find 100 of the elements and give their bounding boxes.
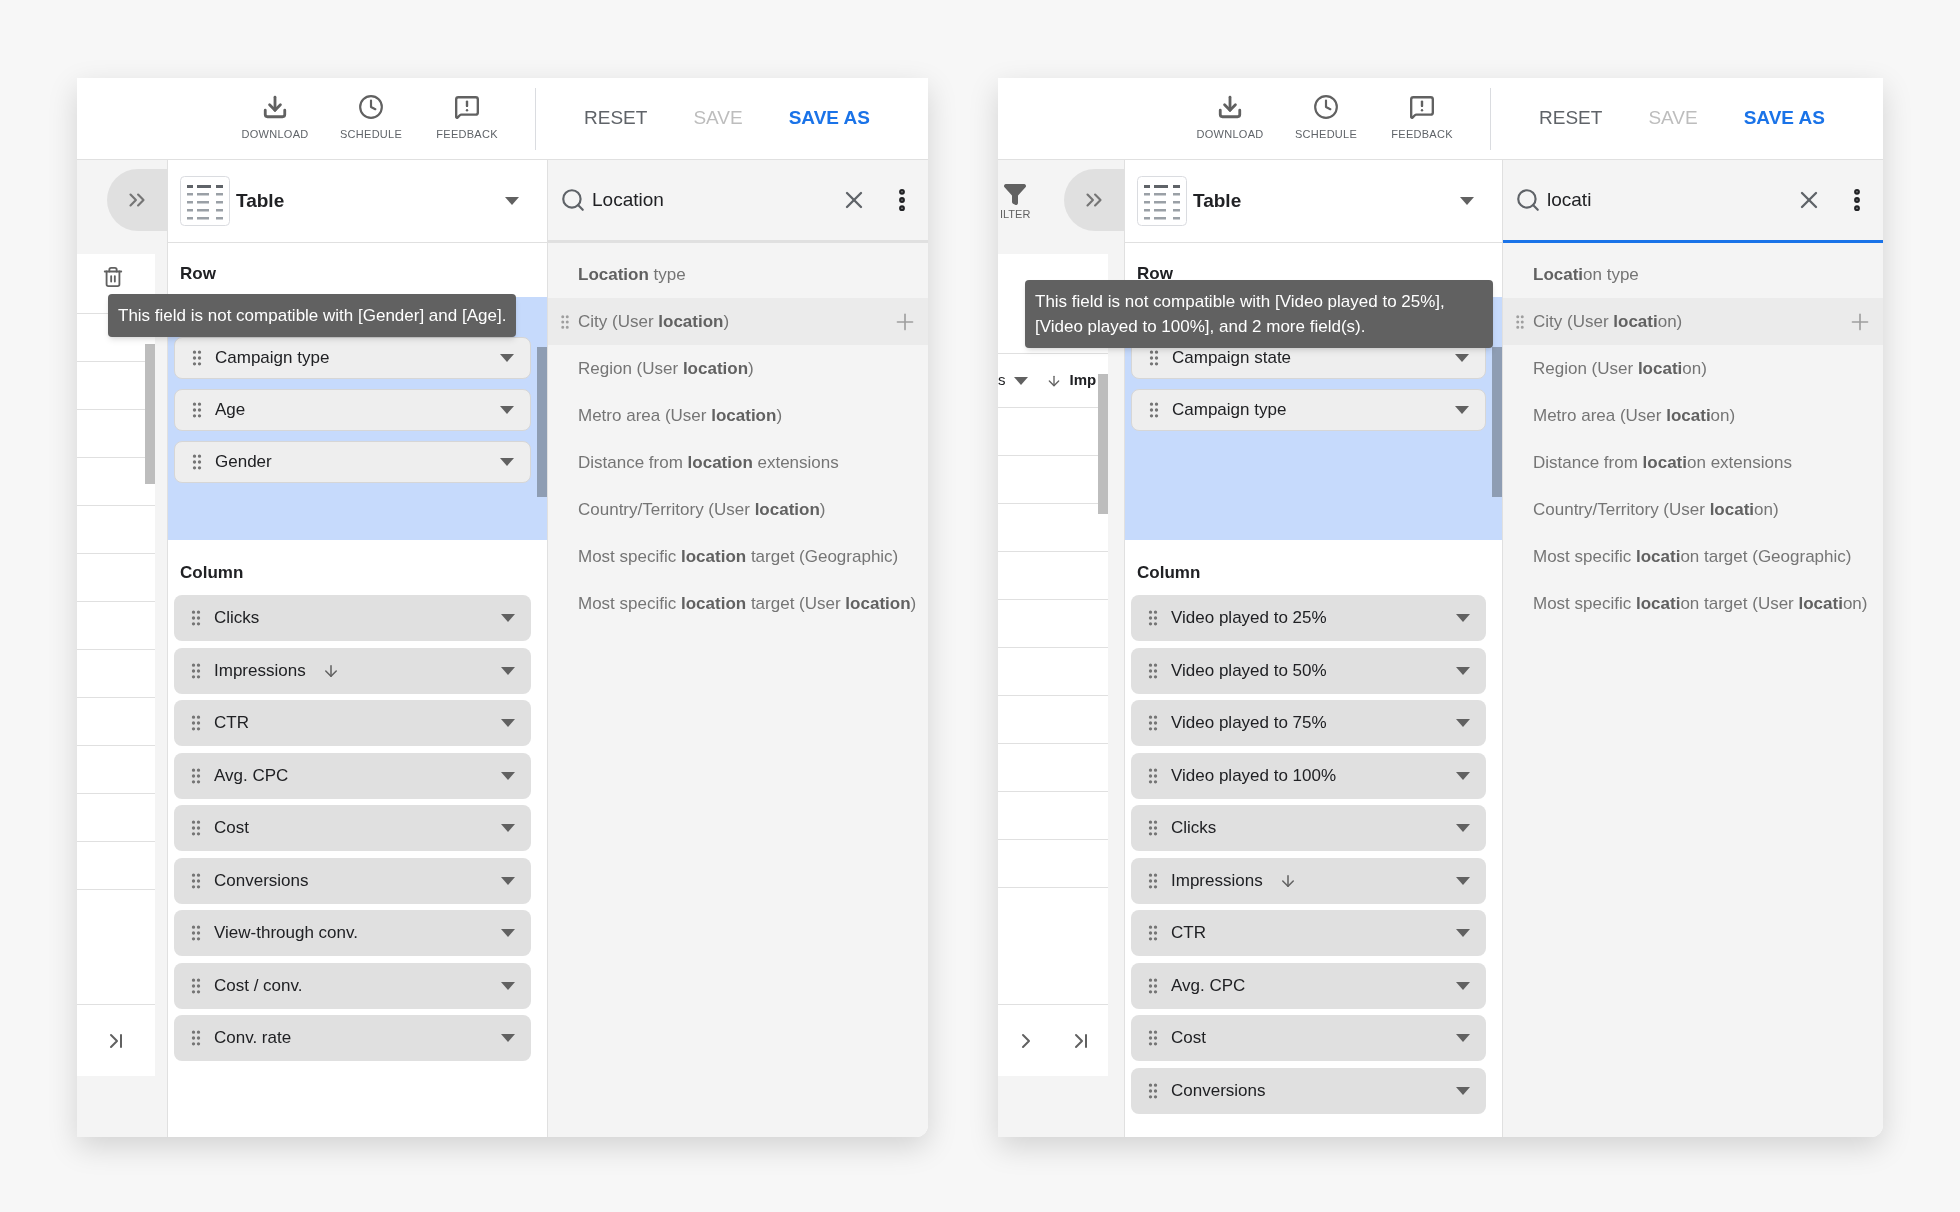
- field-label: Cost: [1171, 1027, 1206, 1050]
- field-chip[interactable]: Cost: [174, 805, 531, 851]
- field-chip[interactable]: Clicks: [174, 595, 531, 641]
- caret-icon: [1455, 405, 1469, 414]
- section-label: Column: [1137, 562, 1201, 582]
- toolbar-button[interactable]: SAVE AS: [1725, 96, 1843, 141]
- caret-icon: [1456, 1034, 1470, 1042]
- field-chip[interactable]: View-through conv.: [174, 910, 531, 956]
- search-result[interactable]: Metro area (User location): [548, 392, 928, 439]
- column-header[interactable]: Imp: [1069, 369, 1097, 392]
- search-result[interactable]: Most specific location target (User location): [1503, 580, 1883, 627]
- caret-icon: [505, 197, 519, 205]
- field-label: Avg. CPC: [1171, 974, 1246, 997]
- search-result[interactable]: Country/Territory (User location): [548, 486, 928, 533]
- filter-button[interactable]: ILTER: [1000, 181, 1031, 223]
- field-chip[interactable]: Impressions: [1131, 857, 1486, 904]
- search-result[interactable]: Distance from location extensions: [548, 439, 928, 486]
- field-chip[interactable]: Conversions: [174, 857, 531, 904]
- field-chip[interactable]: Avg. CPC: [174, 752, 531, 799]
- toolbar-button[interactable]: SAVE AS: [770, 96, 888, 141]
- field-chip[interactable]: Avg. CPC: [1131, 962, 1486, 1009]
- section-label: Row: [180, 264, 216, 283]
- search-result[interactable]: Most specific location target (Geographic): [548, 533, 928, 580]
- field-label: Video played to 25%: [1171, 607, 1327, 630]
- search-result[interactable]: Region (User location): [548, 345, 928, 392]
- download-icon: [262, 94, 289, 121]
- toolbar-button[interactable]: RESET: [1521, 96, 1621, 141]
- search-result[interactable]: Location type: [1503, 251, 1883, 298]
- scrollbar[interactable]: [1492, 346, 1502, 497]
- field-chip[interactable]: Video played to 25%: [1131, 595, 1486, 641]
- toolbar-action[interactable]: SCHEDULE: [1278, 94, 1375, 143]
- field-label: Video played to 50%: [1171, 659, 1327, 682]
- filter-icon: [1003, 181, 1028, 206]
- field-chip[interactable]: Conversions: [1131, 1067, 1486, 1114]
- field-chip[interactable]: CTR: [174, 700, 531, 746]
- field-label: CTR: [1171, 922, 1206, 945]
- caret-icon: [1456, 614, 1470, 622]
- search-result[interactable]: Country/Territory (User location): [1503, 486, 1883, 533]
- search-result[interactable]: Most specific location target (User location): [548, 580, 928, 627]
- caret-icon: [1013, 376, 1028, 385]
- tooltip: This field is not compatible with [Video played to 25%], [Video played to 100%], and 2 more field(s).: [1025, 280, 1493, 348]
- field-chip[interactable]: Video played to 50%: [1131, 647, 1486, 694]
- field-label: Impressions: [1171, 869, 1263, 892]
- field-chip[interactable]: CTR: [1131, 910, 1486, 956]
- clock-icon: [358, 94, 385, 121]
- caret-icon: [501, 876, 515, 885]
- search-result[interactable]: City (User location): [548, 298, 928, 345]
- search-field[interactable]: locati: [1503, 160, 1883, 243]
- field-label: Cost / conv.: [214, 974, 303, 997]
- field-chip[interactable]: Campaign type: [174, 336, 531, 379]
- scrollbar[interactable]: [145, 344, 155, 484]
- field-label: CTR: [214, 712, 249, 735]
- search-result[interactable]: Most specific location target (Geographic): [1503, 533, 1883, 580]
- toolbar-action[interactable]: SCHEDULE: [323, 94, 420, 143]
- field-label: Cost: [214, 817, 249, 840]
- search-field[interactable]: Location: [548, 160, 928, 243]
- field-chip[interactable]: Age: [174, 388, 531, 431]
- scrollbar[interactable]: [537, 346, 547, 497]
- caret-icon: [501, 981, 515, 990]
- toolbar-action[interactable]: DOWNLOAD: [1182, 94, 1279, 143]
- field-label: Campaign type: [215, 346, 330, 369]
- field-chip[interactable]: Gender: [174, 440, 531, 483]
- clock-icon: [1313, 94, 1340, 121]
- field-chip[interactable]: Video played to 100%: [1131, 752, 1486, 799]
- field-label: Impressions: [214, 659, 306, 682]
- field-chip[interactable]: Impressions: [174, 647, 531, 694]
- search-result[interactable]: Distance from location extensions: [1503, 439, 1883, 486]
- caret-icon: [1456, 929, 1470, 937]
- caret-icon: [501, 666, 515, 675]
- field-chip[interactable]: Campaign type: [1131, 388, 1486, 431]
- table-icon: [1137, 176, 1187, 226]
- caret-icon: [1456, 771, 1470, 780]
- field-chip[interactable]: Cost / conv.: [174, 962, 531, 1009]
- field-label: Avg. CPC: [214, 764, 289, 787]
- caret-icon: [1456, 719, 1470, 727]
- field-chip[interactable]: Conv. rate: [174, 1015, 531, 1061]
- search-result[interactable]: Region (User location): [1503, 345, 1883, 392]
- toolbar-action[interactable]: DOWNLOAD: [227, 94, 324, 143]
- field-label: Conversions: [214, 869, 309, 892]
- field-chip[interactable]: Cost: [1131, 1015, 1486, 1061]
- caret-icon: [1456, 824, 1470, 832]
- column-header[interactable]: s: [998, 369, 1006, 392]
- chart-type-selector[interactable]: Table: [168, 160, 547, 243]
- search-result[interactable]: Location type: [548, 251, 928, 298]
- section-label: Row: [1137, 264, 1173, 283]
- trash-icon[interactable]: [102, 266, 124, 288]
- caret-icon: [500, 457, 514, 466]
- toolbar-action[interactable]: FEEDBACK: [419, 94, 516, 143]
- caret-icon: [501, 614, 515, 622]
- field-chip[interactable]: Video played to 75%: [1131, 700, 1486, 746]
- toolbar-button[interactable]: RESET: [566, 96, 666, 141]
- field-label: View-through conv.: [214, 922, 358, 945]
- field-chip[interactable]: Clicks: [1131, 805, 1486, 851]
- toolbar-action[interactable]: FEEDBACK: [1374, 94, 1471, 143]
- search-result[interactable]: Metro area (User location): [1503, 392, 1883, 439]
- search-result[interactable]: City (User location): [1503, 298, 1883, 345]
- caret-icon: [1456, 666, 1470, 675]
- scrollbar[interactable]: [1098, 374, 1108, 514]
- chart-type-selector[interactable]: Table: [1125, 160, 1502, 243]
- field-label: Video played to 100%: [1171, 764, 1337, 787]
